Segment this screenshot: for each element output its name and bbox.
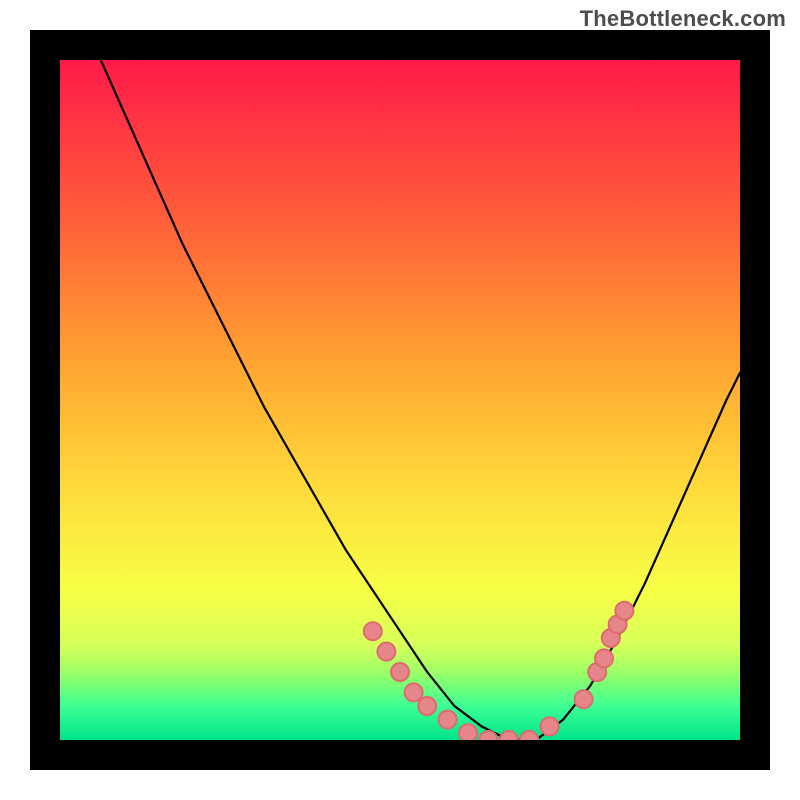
- marker-point: [364, 622, 382, 640]
- marker-point: [500, 731, 518, 740]
- marker-point: [575, 690, 593, 708]
- plot-inner: [60, 60, 740, 740]
- marker-point: [391, 663, 409, 681]
- marker-point: [439, 711, 457, 729]
- marker-point: [405, 683, 423, 701]
- marker-point: [520, 731, 538, 740]
- marker-point: [615, 602, 633, 620]
- plot-frame: [30, 30, 770, 770]
- marker-point: [479, 731, 497, 740]
- marker-point: [541, 717, 559, 735]
- chart-stage: TheBottleneck.com: [0, 0, 800, 800]
- plot-background: [60, 60, 740, 740]
- marker-point: [595, 649, 613, 667]
- marker-point: [377, 643, 395, 661]
- marker-point: [418, 697, 436, 715]
- watermark-text: TheBottleneck.com: [580, 6, 786, 32]
- chart-svg: [60, 60, 740, 740]
- marker-point: [459, 724, 477, 740]
